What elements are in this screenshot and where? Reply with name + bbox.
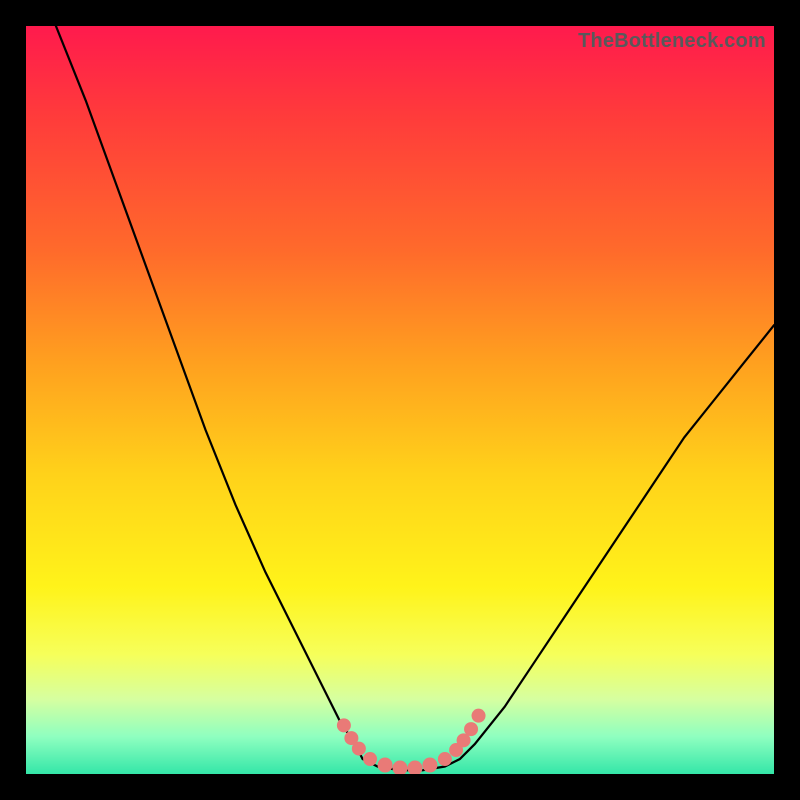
highlight-dot <box>352 742 366 756</box>
highlight-dot <box>337 718 351 732</box>
highlight-dot <box>363 752 377 766</box>
highlight-dot <box>464 722 478 736</box>
highlight-dot <box>438 752 452 766</box>
highlight-dot <box>393 761 408 774</box>
chart-frame: TheBottleneck.com <box>0 0 800 800</box>
highlight-dot <box>378 758 393 773</box>
highlight-dot <box>407 761 422 774</box>
bottleneck-curve <box>56 26 774 770</box>
curve-layer <box>26 26 774 774</box>
plot-area: TheBottleneck.com <box>26 26 774 774</box>
highlight-dot <box>472 709 486 723</box>
highlight-dot <box>422 758 437 773</box>
